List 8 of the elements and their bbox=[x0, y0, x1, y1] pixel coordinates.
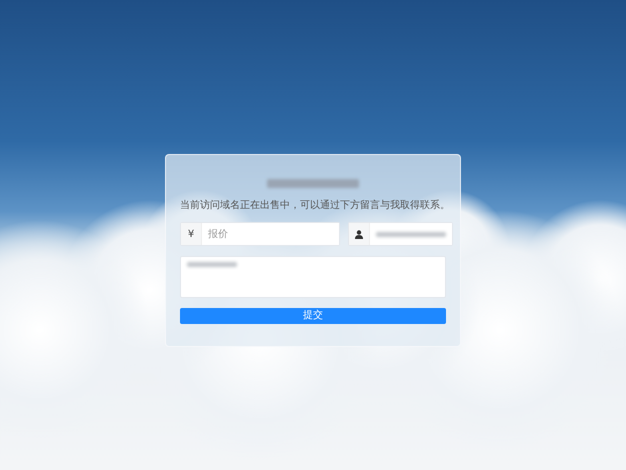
blurred-placeholder bbox=[376, 232, 446, 236]
price-field[interactable]: ¥ 报价 bbox=[180, 222, 340, 246]
notice-text: 当前访问域名正在出售中，可以通过下方留言与我取得联系。 bbox=[180, 198, 446, 212]
blurred-placeholder bbox=[187, 262, 237, 267]
message-field[interactable] bbox=[180, 256, 446, 298]
yen-label: ¥ bbox=[181, 223, 202, 245]
user-icon bbox=[349, 223, 370, 245]
contact-field[interactable] bbox=[348, 222, 453, 246]
